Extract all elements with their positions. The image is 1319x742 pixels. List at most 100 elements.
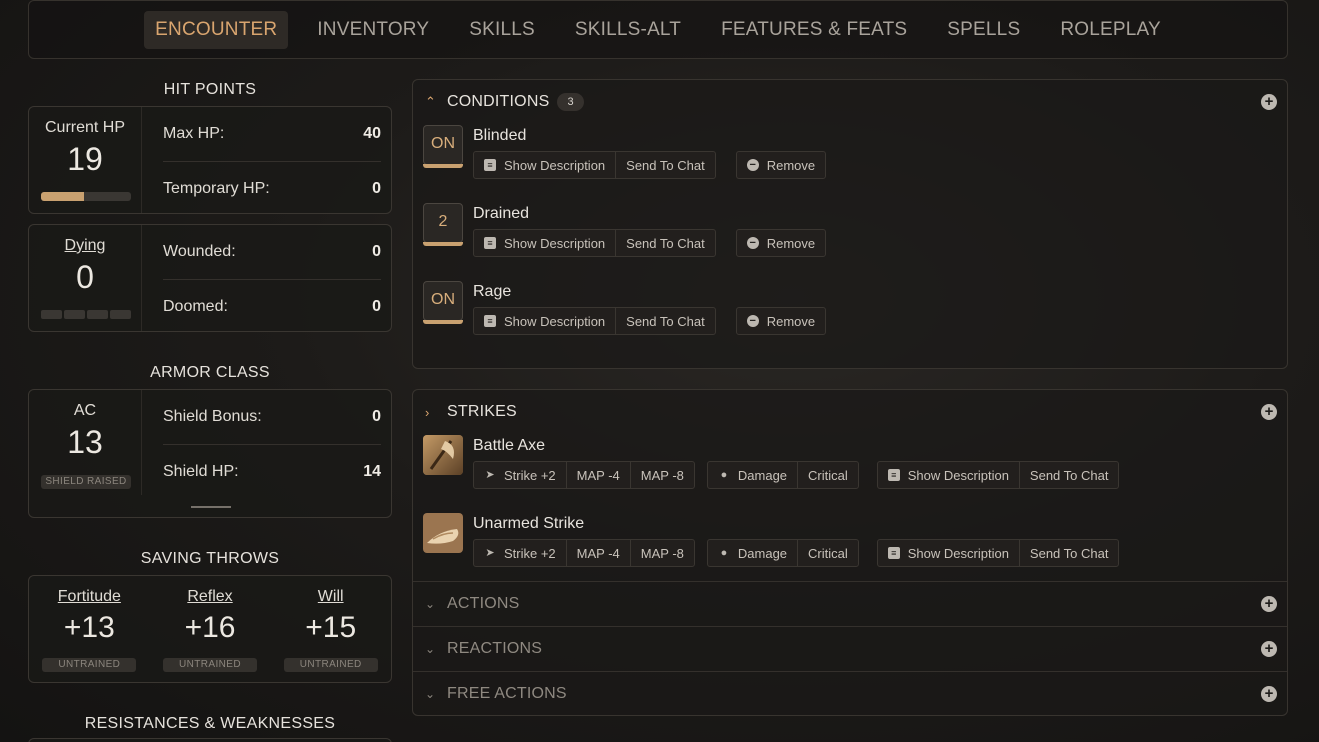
free-actions-title: FREE ACTIONS (447, 685, 567, 702)
chevron-right-icon[interactable]: › (425, 405, 439, 420)
list-icon: ≡ (887, 469, 900, 481)
hp-card: Current HP 19 Max HP: 40 Temporary HP: 0 (28, 106, 392, 214)
dying-track (41, 310, 131, 319)
list-icon: ≡ (887, 547, 900, 559)
doomed-value[interactable]: 0 (372, 298, 381, 316)
chevron-down-icon[interactable]: ⌄ (425, 642, 439, 656)
shield-bonus-value: 0 (372, 408, 381, 425)
show-description-button[interactable]: ≡ Show Description (878, 540, 1019, 566)
shield-bonus-row: Shield Bonus: 0 (163, 390, 381, 444)
hp-bar-fill (41, 192, 84, 201)
wounded-value[interactable]: 0 (372, 243, 381, 261)
conditions-header[interactable]: ⌃ CONDITIONS 3 + (413, 80, 1287, 124)
strike-name: Unarmed Strike (473, 515, 585, 532)
send-to-chat-button[interactable]: Send To Chat (615, 152, 715, 178)
remove-button[interactable]: − Remove (737, 152, 825, 178)
tab-inventory[interactable]: INVENTORY (306, 11, 440, 49)
save-will[interactable]: Will +15 UNTRAINED (270, 576, 391, 682)
damage-button[interactable]: ● Damage (708, 540, 797, 566)
send-to-chat-button[interactable]: Send To Chat (615, 308, 715, 334)
reflex-value: +16 (184, 611, 236, 644)
reactions-section-header[interactable]: ⌄ REACTIONS + (413, 626, 1287, 671)
add-free-action-icon[interactable]: + (1261, 686, 1277, 702)
tab-skills-alt[interactable]: SKILLS-ALT (564, 11, 692, 49)
tab-skills[interactable]: SKILLS (458, 11, 546, 49)
fortitude-rank: UNTRAINED (42, 658, 137, 672)
max-hp-value: 40 (363, 125, 381, 142)
add-strike-icon[interactable]: + (1261, 404, 1277, 420)
current-hp-box[interactable]: Current HP 19 (29, 107, 142, 213)
send-to-chat-button[interactable]: Send To Chat (1018, 540, 1119, 566)
add-condition-icon[interactable]: + (1261, 94, 1277, 110)
add-action-icon[interactable]: + (1261, 596, 1277, 612)
show-description-button[interactable]: ≡ Show Description (474, 230, 615, 256)
show-description-button[interactable]: ≡ Show Description (474, 308, 615, 334)
strike-button[interactable]: ➤ Strike +2 (474, 540, 566, 566)
list-icon: ≡ (484, 237, 496, 249)
critical-button[interactable]: Critical (797, 462, 858, 488)
temp-hp-value[interactable]: 0 (372, 180, 381, 198)
wounded-row[interactable]: Wounded: 0 (163, 225, 381, 279)
reflex-label[interactable]: Reflex (150, 588, 271, 606)
dying-box[interactable]: Dying 0 (29, 225, 142, 331)
minus-circle-icon: − (746, 159, 759, 171)
send-to-chat-button[interactable]: Send To Chat (615, 230, 715, 256)
condition-name: Rage (473, 283, 512, 300)
ac-card: AC 13 SHIELD RAISED Shield Bonus: 0 Shie… (28, 389, 392, 518)
reactions-title: REACTIONS (447, 640, 543, 657)
resistances-title: RESISTANCES & WEAKNESSES (84, 715, 336, 732)
remove-button[interactable]: − Remove (737, 230, 825, 256)
conditions-title: CONDITIONS (447, 93, 550, 110)
droplet-icon: ● (720, 469, 728, 481)
actions-section-header[interactable]: ⌄ ACTIONS + (413, 581, 1287, 626)
temp-hp-label: Temporary HP: (163, 179, 270, 197)
saving-throws-title: SAVING THROWS (140, 550, 280, 567)
dying-label[interactable]: Dying (29, 237, 141, 255)
armor-class-title: ARMOR CLASS (150, 364, 270, 381)
ac-label: AC (73, 402, 97, 419)
critical-button[interactable]: Critical (797, 540, 858, 566)
temp-hp-row[interactable]: Temporary HP: 0 (163, 161, 381, 215)
fortitude-label[interactable]: Fortitude (29, 588, 150, 606)
doomed-row[interactable]: Doomed: 0 (163, 279, 381, 333)
remove-button[interactable]: − Remove (737, 308, 825, 334)
resistances-card (28, 738, 392, 742)
save-fortitude[interactable]: Fortitude +13 UNTRAINED (29, 576, 150, 682)
add-reaction-icon[interactable]: + (1261, 641, 1277, 657)
tab-spells[interactable]: SPELLS (936, 11, 1031, 49)
chevron-down-icon[interactable]: ⌄ (425, 687, 439, 701)
shield-raised-badge[interactable]: SHIELD RAISED (41, 475, 131, 489)
condition-name: Blinded (473, 127, 527, 144)
map-8-button[interactable]: MAP -8 (629, 540, 694, 566)
wounded-label: Wounded: (163, 243, 236, 260)
list-icon: ≡ (484, 315, 496, 327)
list-icon: ≡ (484, 159, 496, 171)
expand-handle[interactable] (191, 506, 231, 508)
save-reflex[interactable]: Reflex +16 UNTRAINED (150, 576, 271, 682)
strike-name: Battle Axe (473, 437, 546, 454)
show-description-button[interactable]: ≡ Show Description (474, 152, 615, 178)
shield-hp-value[interactable]: 14 (363, 463, 381, 481)
tab-features-feats[interactable]: FEATURES & FEATS (710, 11, 918, 49)
tab-roleplay[interactable]: ROLEPLAY (1049, 11, 1172, 49)
map-4-button[interactable]: MAP -4 (565, 540, 630, 566)
condition-value-badge[interactable]: 2 (423, 203, 463, 246)
chevron-down-icon[interactable]: ⌄ (425, 597, 439, 611)
strikes-header[interactable]: › STRIKES + (413, 390, 1287, 434)
free-actions-section-header[interactable]: ⌄ FREE ACTIONS + (413, 671, 1287, 716)
condition-toggle-badge[interactable]: ON (423, 125, 463, 168)
send-to-chat-button[interactable]: Send To Chat (1018, 462, 1119, 488)
reflex-rank: UNTRAINED (163, 658, 257, 672)
strikes-panel: › STRIKES + Battle Axe ➤ Strike +2 MAP -4… (412, 389, 1288, 716)
strike-icon: ➤ (485, 469, 495, 481)
will-label[interactable]: Will (270, 588, 391, 606)
chevron-up-icon[interactable]: ⌃ (425, 94, 439, 110)
damage-button[interactable]: ● Damage (708, 462, 797, 488)
strike-button[interactable]: ➤ Strike +2 (474, 462, 566, 488)
show-description-button[interactable]: ≡ Show Description (878, 462, 1019, 488)
condition-toggle-badge[interactable]: ON (423, 281, 463, 324)
map-4-button[interactable]: MAP -4 (565, 462, 630, 488)
map-8-button[interactable]: MAP -8 (629, 462, 694, 488)
tab-encounter[interactable]: ENCOUNTER (144, 10, 289, 49)
shield-hp-row[interactable]: Shield HP: 14 (163, 444, 381, 498)
